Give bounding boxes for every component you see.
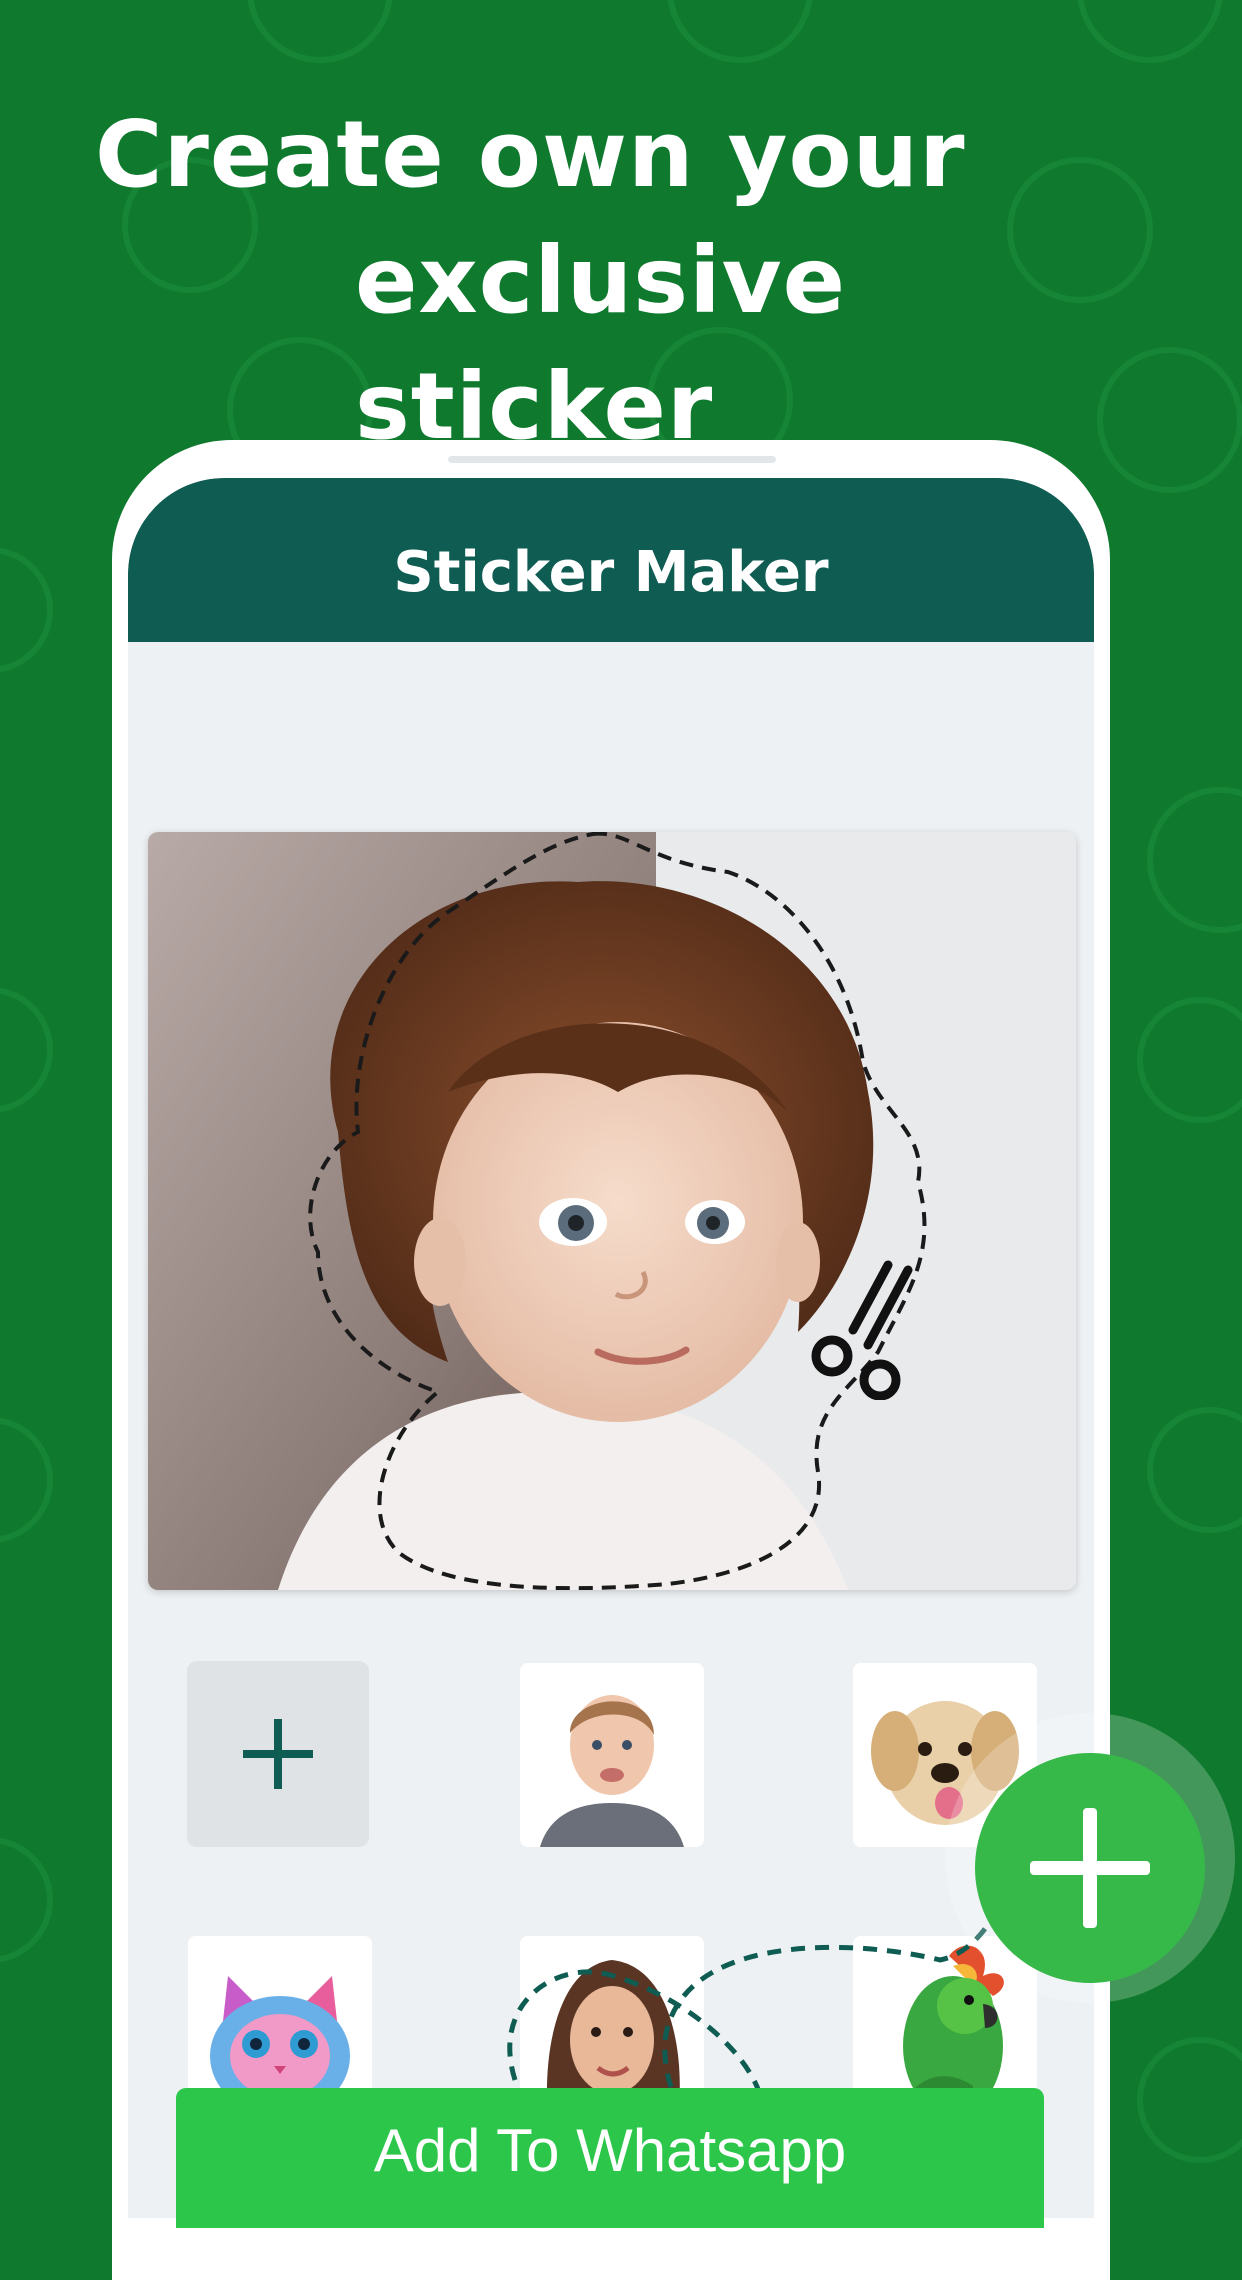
headline-line-2: exclusive sticker — [355, 227, 846, 460]
add-sticker-tile[interactable] — [187, 1661, 369, 1847]
plus-icon — [243, 1719, 313, 1789]
add-sticker-fab[interactable] — [975, 1753, 1205, 1983]
headline: Create own your exclusive sticker — [95, 92, 1195, 470]
scissors-icon — [811, 1260, 913, 1400]
app-header: Sticker Maker — [128, 478, 1094, 642]
phone-speaker — [448, 456, 776, 463]
headline-line-1: Create own your — [95, 101, 966, 208]
add-to-whatsapp-button[interactable]: Add To Whatsapp — [176, 2088, 1044, 2228]
sticker-boy[interactable] — [520, 1663, 704, 1847]
app-title: Sticker Maker — [393, 540, 829, 605]
plus-icon — [1030, 1808, 1150, 1928]
preview-image[interactable] — [148, 832, 1076, 1590]
